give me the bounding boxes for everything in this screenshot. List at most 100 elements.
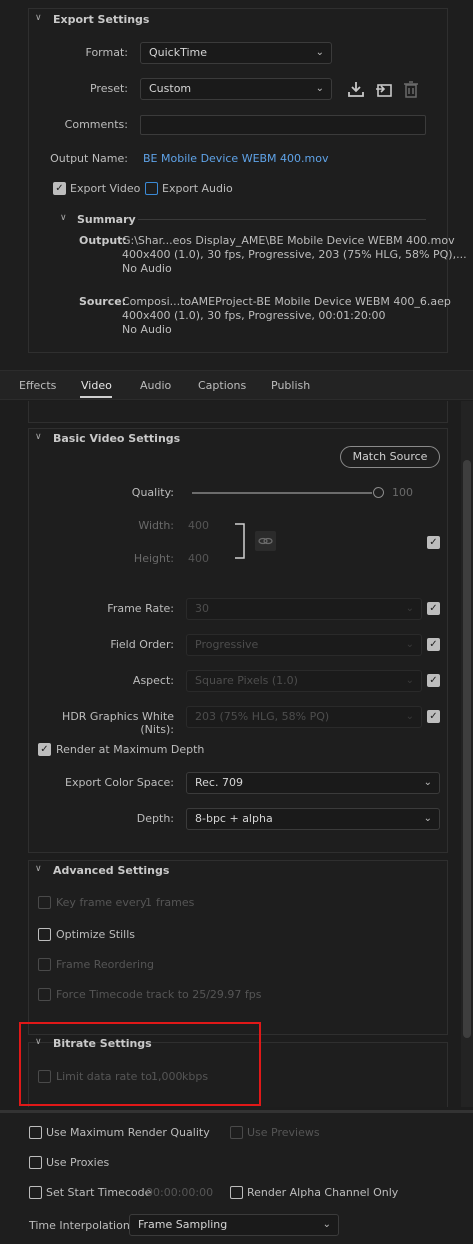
render-alpha-label: Render Alpha Channel Only — [247, 1186, 399, 1199]
max-render-quality-label: Use Maximum Render Quality — [46, 1126, 210, 1139]
comments-input[interactable] — [140, 115, 426, 135]
tab-video-underline — [80, 396, 112, 398]
output-summary-line2: 400x400 (1.0), 30 fps, Progressive, 203 … — [122, 248, 467, 261]
quality-slider-knob[interactable] — [373, 487, 384, 498]
hdr-graphics-white-value: 203 (75% HLG, 58% PQ) — [195, 710, 330, 723]
summary-title[interactable]: Summary — [77, 213, 136, 226]
tab-effects[interactable]: Effects — [19, 379, 56, 392]
depth-label: Depth: — [136, 812, 174, 825]
chevron-down-icon: ⌄ — [405, 639, 414, 650]
output-summary-label: Output: — [79, 234, 127, 247]
size-override-checkbox[interactable]: ✓ — [427, 536, 440, 549]
hdr-override-checkbox[interactable]: ✓ — [427, 710, 440, 723]
format-dropdown[interactable]: QuickTime ⌄ — [140, 42, 332, 64]
force-timecode-checkbox[interactable] — [38, 988, 51, 1001]
frame-rate-override-checkbox[interactable]: ✓ — [427, 602, 440, 615]
basic-video-settings-title[interactable]: Basic Video Settings — [53, 432, 180, 445]
quality-value: 100 — [392, 486, 413, 499]
export-audio-label: Export Audio — [162, 182, 233, 195]
aspect-value: Square Pixels (1.0) — [195, 674, 298, 687]
render-max-depth-checkbox[interactable]: ✓ — [38, 743, 51, 756]
frame-reordering-checkbox[interactable] — [38, 958, 51, 971]
chevron-down-icon: ⌄ — [315, 47, 324, 58]
advanced-settings-box — [28, 860, 448, 1035]
quality-slider-track[interactable] — [192, 492, 372, 494]
chevron-down-icon: ⌄ — [423, 777, 432, 788]
advanced-chevron-icon[interactable]: ∨ — [35, 864, 42, 874]
output-name-link[interactable]: BE Mobile Device WEBM 400.mov — [143, 152, 329, 165]
force-timecode-label: Force Timecode track to 25/29.97 fps — [56, 988, 262, 1001]
output-summary-line1: G:\Shar...eos Display_AME\BE Mobile Devi… — [122, 234, 455, 247]
advanced-settings-title[interactable]: Advanced Settings — [53, 864, 169, 877]
chevron-down-icon: ⌄ — [405, 711, 414, 722]
max-render-quality-checkbox[interactable] — [29, 1126, 42, 1139]
format-value: QuickTime — [149, 46, 208, 59]
frame-rate-label: Frame Rate: — [107, 602, 174, 615]
source-summary-line3: No Audio — [122, 323, 172, 336]
preset-value: Custom — [149, 82, 192, 95]
depth-dropdown[interactable]: 8-bpc + alpha ⌄ — [186, 808, 440, 830]
start-timecode-value[interactable]: 00:00:00:00 — [146, 1186, 213, 1199]
field-order-label: Field Order: — [110, 638, 174, 651]
time-interpolation-value: Frame Sampling — [138, 1218, 228, 1231]
constrain-proportions-link-icon[interactable] — [255, 531, 276, 551]
export-color-space-dropdown[interactable]: Rec. 709 ⌄ — [186, 772, 440, 794]
export-settings-title[interactable]: Export Settings — [53, 13, 149, 26]
source-summary-label: Source: — [79, 295, 127, 308]
delete-preset-icon[interactable] — [403, 80, 419, 98]
chevron-down-icon: ⌄ — [405, 675, 414, 686]
import-preset-icon[interactable] — [375, 80, 393, 98]
width-value[interactable]: 400 — [188, 519, 209, 532]
save-preset-icon[interactable] — [347, 80, 365, 98]
aspect-override-checkbox[interactable]: ✓ — [427, 674, 440, 687]
use-previews-label: Use Previews — [247, 1126, 320, 1139]
aspect-dropdown[interactable]: Square Pixels (1.0) ⌄ — [186, 670, 422, 692]
output-name-label: Output Name: — [50, 152, 128, 165]
chevron-down-icon: ⌄ — [423, 813, 432, 824]
basic-video-chevron-icon[interactable]: ∨ — [35, 432, 42, 442]
tab-video[interactable]: Video — [81, 379, 112, 392]
frame-rate-dropdown[interactable]: 30 ⌄ — [186, 598, 422, 620]
width-label: Width: — [138, 519, 174, 532]
tab-captions[interactable]: Captions — [198, 379, 246, 392]
optimize-stills-checkbox[interactable] — [38, 928, 51, 941]
set-start-timecode-checkbox[interactable] — [29, 1186, 42, 1199]
export-audio-checkbox[interactable] — [145, 182, 158, 195]
frame-rate-value: 30 — [195, 602, 209, 615]
comments-label: Comments: — [64, 118, 128, 131]
collapse-chevron-icon[interactable]: ∨ — [35, 13, 42, 23]
export-video-checkbox[interactable]: ✓ — [53, 182, 66, 195]
use-proxies-label: Use Proxies — [46, 1156, 110, 1169]
summary-chevron-icon[interactable]: ∨ — [60, 213, 67, 223]
set-start-timecode-label: Set Start Timecode — [46, 1186, 152, 1199]
match-source-button[interactable]: Match Source — [340, 446, 440, 468]
field-order-dropdown[interactable]: Progressive ⌄ — [186, 634, 422, 656]
preset-dropdown[interactable]: Custom ⌄ — [140, 78, 332, 100]
height-value[interactable]: 400 — [188, 552, 209, 565]
tab-audio[interactable]: Audio — [140, 379, 171, 392]
highlight-box — [19, 1022, 261, 1106]
export-color-space-value: Rec. 709 — [195, 776, 243, 789]
use-proxies-checkbox[interactable] — [29, 1156, 42, 1169]
tab-publish[interactable]: Publish — [271, 379, 310, 392]
render-alpha-checkbox[interactable] — [230, 1186, 243, 1199]
render-max-depth-label: Render at Maximum Depth — [56, 743, 205, 756]
optimize-stills-label: Optimize Stills — [56, 928, 136, 941]
scrollbar-thumb[interactable] — [463, 460, 471, 1038]
settings-tab-bar: Effects Video Audio Captions Publish — [0, 370, 473, 400]
source-summary-line2: 400x400 (1.0), 30 fps, Progressive, 00:0… — [122, 309, 386, 322]
frame-reordering-label: Frame Reordering — [56, 958, 155, 971]
key-frame-unit: frames — [156, 896, 195, 909]
key-frame-value[interactable]: 1 — [145, 896, 152, 909]
height-label: Height: — [133, 552, 174, 565]
key-frame-checkbox[interactable] — [38, 896, 51, 909]
hdr-graphics-white-dropdown[interactable]: 203 (75% HLG, 58% PQ) ⌄ — [186, 706, 422, 728]
previous-section-box — [28, 401, 448, 423]
key-frame-label: Key frame every — [56, 896, 147, 909]
use-previews-checkbox[interactable] — [230, 1126, 243, 1139]
depth-value: 8-bpc + alpha — [195, 812, 273, 825]
hdr-graphics-white-label: HDR Graphics White (Nits): — [62, 710, 174, 736]
time-interpolation-dropdown[interactable]: Frame Sampling ⌄ — [129, 1214, 339, 1236]
field-order-override-checkbox[interactable]: ✓ — [427, 638, 440, 651]
preset-label: Preset: — [89, 82, 128, 95]
